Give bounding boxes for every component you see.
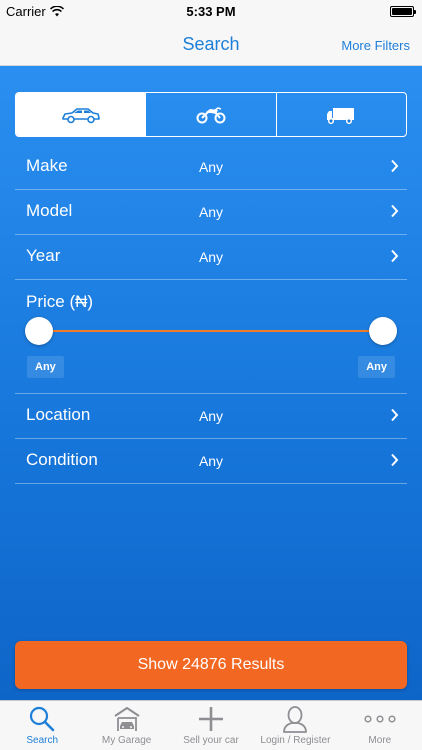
price-slider-track[interactable]	[39, 330, 383, 332]
year-value: Any	[198, 249, 224, 265]
price-label: Price (₦)	[26, 292, 94, 311]
filter-row-make[interactable]: Make Any	[15, 145, 407, 190]
more-filters-button[interactable]: More Filters	[341, 38, 410, 53]
garage-icon	[114, 707, 140, 731]
location-value: Any	[198, 408, 224, 424]
chevron-right-icon	[391, 159, 399, 173]
vehicle-type-motorcycle[interactable]	[146, 93, 277, 136]
price-max-value: Any	[358, 356, 395, 378]
truck-icon	[327, 107, 355, 124]
chevron-right-icon	[391, 249, 399, 263]
price-min-value: Any	[27, 356, 64, 378]
navigation-bar: Search More Filters	[0, 22, 422, 66]
tab-sell-your-car-label: Sell your car	[183, 735, 239, 746]
price-slider-max-handle[interactable]	[369, 317, 397, 345]
status-bar: Carrier 5:33 PM	[0, 0, 422, 22]
motorcycle-icon	[196, 106, 226, 123]
show-results-button[interactable]: Show 24876 Results	[15, 641, 407, 689]
chevron-right-icon	[391, 204, 399, 218]
filter-row-year[interactable]: Year Any	[15, 235, 407, 280]
plus-icon	[199, 707, 224, 731]
tab-login-register-label: Login / Register	[260, 735, 331, 746]
battery-icon	[390, 6, 416, 17]
vehicle-type-selector	[15, 92, 407, 137]
more-icon	[364, 715, 396, 723]
model-value: Any	[198, 204, 224, 220]
tab-my-garage-label: My Garage	[101, 735, 152, 746]
vehicle-type-car[interactable]	[16, 93, 147, 136]
filter-row-condition[interactable]: Condition Any	[15, 439, 407, 484]
chevron-right-icon	[391, 408, 399, 422]
tab-my-garage[interactable]: My Garage	[84, 701, 168, 750]
search-icon	[30, 706, 55, 732]
price-filter: Price (₦) Any Any	[15, 280, 407, 394]
user-icon	[283, 706, 308, 733]
search-form: Make Any Model Any Year Any Price (₦) An…	[0, 66, 422, 700]
tab-search-label: Search	[26, 735, 59, 746]
chevron-right-icon	[391, 453, 399, 467]
tab-bar: Search My Garage Sell your car Login / R…	[0, 700, 422, 750]
status-time: 5:33 PM	[186, 4, 236, 19]
car-icon	[61, 107, 100, 123]
tab-more[interactable]: More	[338, 701, 422, 750]
tab-search[interactable]: Search	[0, 701, 84, 750]
price-slider-min-handle[interactable]	[25, 317, 53, 345]
filter-row-model[interactable]: Model Any	[15, 190, 407, 235]
make-value: Any	[198, 159, 224, 175]
tab-more-label: More	[368, 735, 392, 746]
tab-sell-your-car[interactable]: Sell your car	[169, 701, 253, 750]
vehicle-type-truck[interactable]	[277, 93, 406, 136]
condition-value: Any	[198, 453, 224, 469]
filter-row-location[interactable]: Location Any	[15, 394, 407, 439]
tab-login-register[interactable]: Login / Register	[253, 701, 337, 750]
